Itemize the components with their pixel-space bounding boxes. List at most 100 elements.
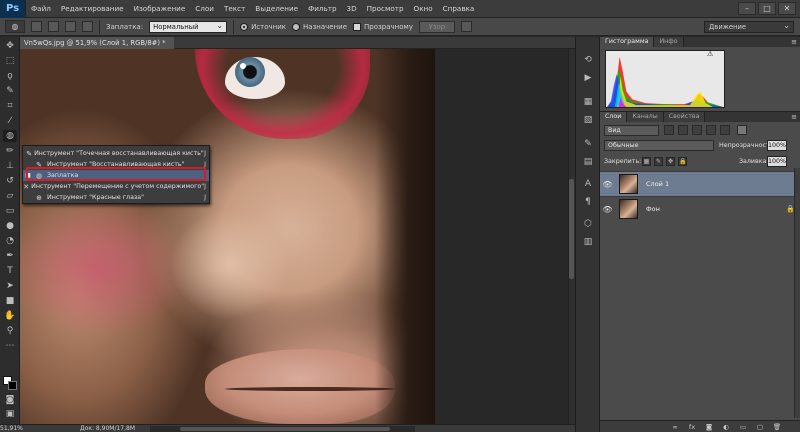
hand-tool-icon[interactable]: ✋ bbox=[3, 310, 17, 322]
cache-warning-icon[interactable]: ⚠ bbox=[707, 50, 713, 58]
layer-name[interactable]: Слой 1 bbox=[638, 180, 786, 188]
shape-tool-icon[interactable]: ■ bbox=[3, 295, 17, 307]
adjustment-icon[interactable]: ◐ bbox=[721, 423, 731, 431]
menu-select[interactable]: Выделение bbox=[250, 0, 303, 18]
timeline-panel-icon[interactable]: ▥ bbox=[581, 235, 595, 248]
maximize-button[interactable]: □ bbox=[758, 2, 776, 15]
pen-tool-icon[interactable]: ✒ bbox=[3, 250, 17, 262]
paragraph-panel-icon[interactable]: ¶ bbox=[581, 195, 595, 208]
intersect-selection-icon[interactable] bbox=[82, 21, 93, 32]
filter-type-icon[interactable] bbox=[692, 125, 702, 135]
actions-panel-icon[interactable]: ▶ bbox=[581, 71, 595, 84]
lock-pixels-icon[interactable]: ✎ bbox=[654, 157, 663, 166]
type-tool-icon[interactable]: T bbox=[3, 265, 17, 277]
document-canvas[interactable] bbox=[20, 49, 435, 424]
workspace-select[interactable]: Движение bbox=[704, 21, 794, 33]
lock-transparent-icon[interactable]: ▦ bbox=[642, 157, 651, 166]
fx-icon[interactable]: fx bbox=[687, 423, 697, 431]
brushes-panel-icon[interactable]: ✎ bbox=[581, 137, 595, 150]
menu-filter[interactable]: Фильтр bbox=[303, 0, 341, 18]
lock-position-icon[interactable]: ✥ bbox=[666, 157, 675, 166]
move-tool-icon[interactable]: ✥ bbox=[3, 40, 17, 52]
stamp-tool-icon[interactable]: ⊥ bbox=[3, 160, 17, 172]
filter-toggle-icon[interactable] bbox=[737, 125, 747, 135]
subtract-selection-icon[interactable] bbox=[65, 21, 76, 32]
destination-radio[interactable] bbox=[292, 22, 301, 31]
fill-input[interactable]: 100% bbox=[767, 156, 787, 167]
pattern-picker-icon[interactable] bbox=[460, 21, 472, 32]
dodge-tool-icon[interactable]: ◔ bbox=[3, 235, 17, 247]
layer-row-background[interactable]: 👁 Фон 🔒 bbox=[600, 196, 800, 221]
flyout-item-spot-healing[interactable]: ✎ Инструмент "Точечная восстанавливающая… bbox=[23, 148, 209, 159]
styles-panel-icon[interactable]: ▧ bbox=[581, 113, 595, 126]
background-color-swatch[interactable] bbox=[8, 381, 17, 390]
vertical-scrollbar[interactable] bbox=[568, 49, 575, 424]
use-pattern-button[interactable]: Узор bbox=[418, 20, 455, 33]
menu-image[interactable]: Изображение bbox=[129, 0, 191, 18]
vertical-scroll-thumb[interactable] bbox=[569, 179, 574, 279]
menu-3d[interactable]: 3D bbox=[342, 0, 362, 18]
visibility-eye-icon[interactable]: 👁 bbox=[600, 205, 615, 214]
patch-mode-select[interactable]: Нормальный bbox=[149, 20, 228, 33]
mask-icon[interactable]: ◙ bbox=[704, 423, 714, 431]
layers-scrollbar[interactable] bbox=[794, 168, 800, 418]
layer-row-layer1[interactable]: 👁 Слой 1 bbox=[600, 171, 800, 196]
history-panel-icon[interactable]: ⟲ bbox=[581, 53, 595, 66]
eyedropper-tool-icon[interactable]: ⁄ bbox=[3, 115, 17, 127]
horizontal-scroll-thumb[interactable] bbox=[180, 427, 390, 431]
menu-edit[interactable]: Редактирование bbox=[56, 0, 129, 18]
minimize-button[interactable]: – bbox=[738, 2, 756, 15]
tab-channels[interactable]: Каналы bbox=[627, 112, 664, 122]
document-tab[interactable]: Vn5wQs.jpg @ 51,9% (Слой 1, RGB/8#) * bbox=[20, 37, 174, 49]
flyout-item-patch[interactable]: ■ ◍ Заплатка J bbox=[23, 170, 209, 181]
3d-panel-icon[interactable]: ⬡ bbox=[581, 217, 595, 230]
tab-layers[interactable]: Слои bbox=[600, 112, 628, 122]
flyout-item-red-eye[interactable]: ⊕ Инструмент "Красные глаза" J bbox=[23, 192, 209, 203]
source-option[interactable]: Источник bbox=[240, 22, 286, 31]
screen-mode-icon[interactable]: ▣ bbox=[3, 408, 17, 420]
flyout-item-content-aware-move[interactable]: ✕ Инструмент "Перемещение с учетом содер… bbox=[23, 181, 209, 192]
close-button[interactable]: ✕ bbox=[778, 2, 796, 15]
path-select-tool-icon[interactable]: ➤ bbox=[3, 280, 17, 292]
new-selection-icon[interactable] bbox=[31, 21, 42, 32]
marquee-tool-icon[interactable]: ⬚ bbox=[3, 55, 17, 67]
add-selection-icon[interactable] bbox=[48, 21, 59, 32]
blur-tool-icon[interactable]: ● bbox=[3, 220, 17, 232]
horizontal-scrollbar[interactable] bbox=[150, 426, 415, 432]
source-radio[interactable] bbox=[240, 22, 249, 31]
tab-histogram[interactable]: Гистограмма bbox=[600, 37, 655, 47]
crop-tool-icon[interactable]: ⌗ bbox=[3, 100, 17, 112]
eraser-tool-icon[interactable]: ▱ bbox=[3, 190, 17, 202]
lasso-tool-icon[interactable]: ϙ bbox=[3, 70, 17, 82]
quick-mask-icon[interactable]: ◙ bbox=[3, 394, 17, 406]
transparent-checkbox[interactable] bbox=[353, 22, 362, 31]
swatches-panel-icon[interactable]: ▦ bbox=[581, 95, 595, 108]
trash-icon[interactable]: 🗑 bbox=[772, 423, 782, 431]
tab-properties[interactable]: Свойства bbox=[663, 112, 706, 122]
blend-mode-select[interactable]: Обычные bbox=[604, 140, 714, 151]
healing-tool-icon[interactable]: ◍ bbox=[3, 130, 17, 142]
new-layer-icon[interactable]: ▢ bbox=[755, 423, 765, 431]
brush-tool-icon[interactable]: ✏ bbox=[3, 145, 17, 157]
opacity-input[interactable]: 100% bbox=[767, 140, 787, 151]
menu-window[interactable]: Окно bbox=[409, 0, 438, 18]
panel-menu-icon[interactable]: ≡ bbox=[791, 38, 797, 46]
tab-info[interactable]: Инфо bbox=[654, 37, 684, 47]
character-panel-icon[interactable]: A bbox=[581, 177, 595, 190]
link-icon[interactable]: ∞ bbox=[670, 423, 680, 431]
gradient-tool-icon[interactable]: ▭ bbox=[3, 205, 17, 217]
quick-select-tool-icon[interactable]: ✎ bbox=[3, 85, 17, 97]
menu-file[interactable]: Файл bbox=[26, 0, 56, 18]
flyout-item-healing-brush[interactable]: ✎ Инструмент "Восстанавливающая кисть" J bbox=[23, 159, 209, 170]
history-brush-icon[interactable]: ↺ bbox=[3, 175, 17, 187]
folder-icon[interactable]: ▭ bbox=[738, 423, 748, 431]
menu-view[interactable]: Просмотр bbox=[362, 0, 409, 18]
menu-layers[interactable]: Слои bbox=[190, 0, 219, 18]
brush-presets-icon[interactable]: ▤ bbox=[581, 155, 595, 168]
menu-type[interactable]: Текст bbox=[219, 0, 250, 18]
menu-help[interactable]: Справка bbox=[438, 0, 480, 18]
filter-smart-object-icon[interactable] bbox=[720, 125, 730, 135]
panel-menu-icon[interactable]: ≡ bbox=[791, 113, 797, 121]
filter-adjustment-icon[interactable] bbox=[678, 125, 688, 135]
zoom-tool-icon[interactable]: ⚲ bbox=[3, 325, 17, 337]
